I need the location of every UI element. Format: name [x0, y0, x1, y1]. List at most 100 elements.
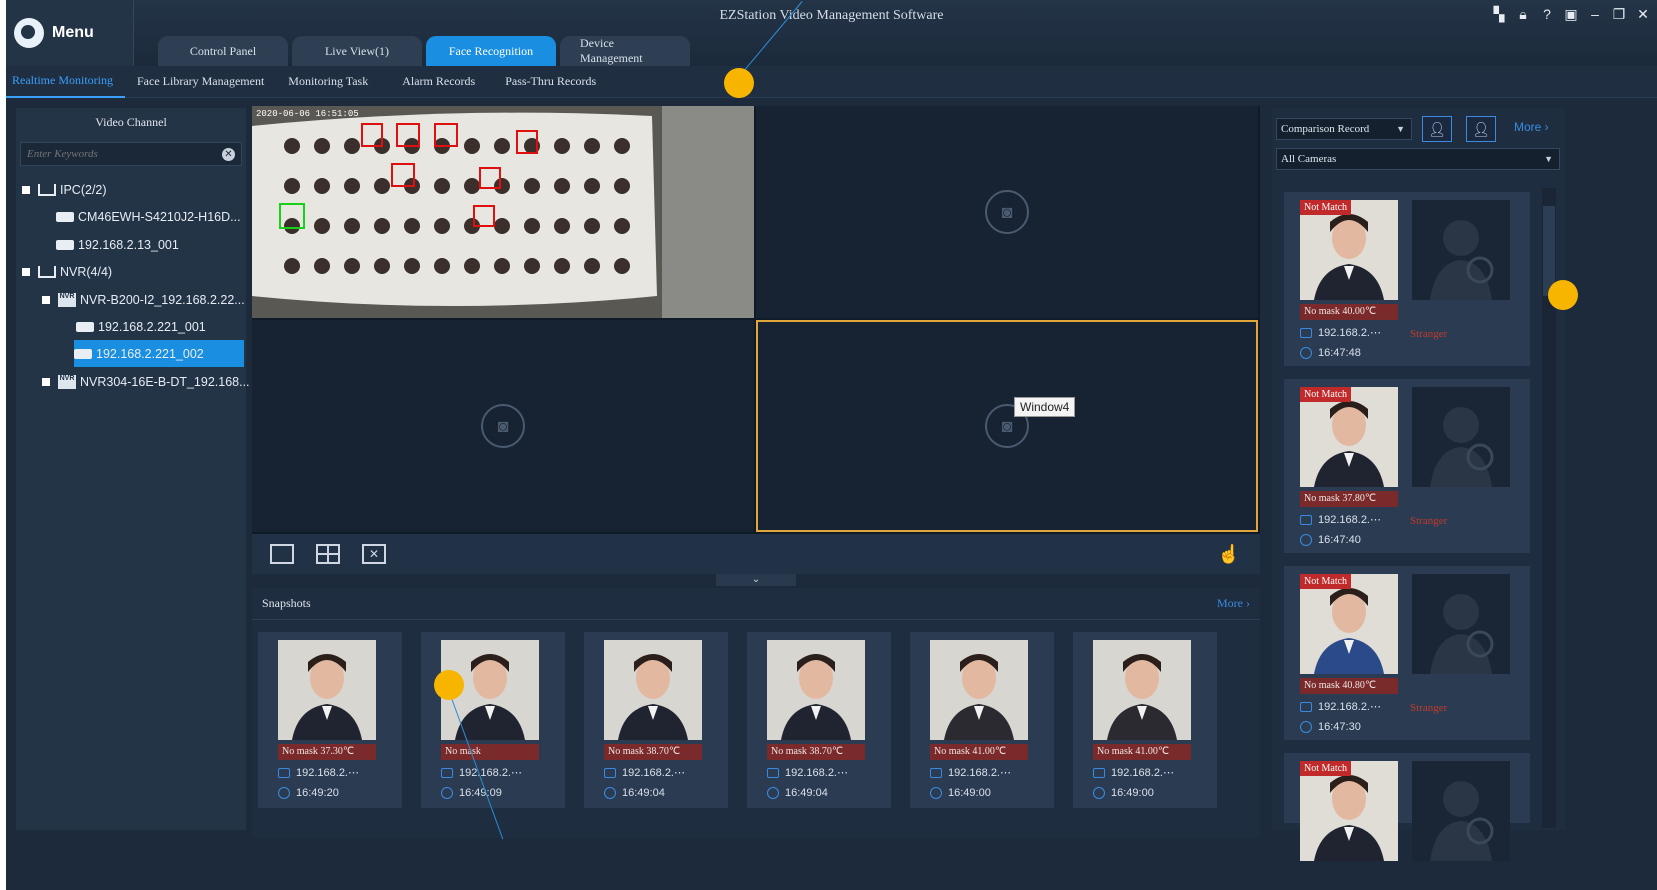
search-field[interactable]: ✕	[20, 142, 242, 166]
clear-icon[interactable]: ✕	[222, 147, 235, 161]
person-filter-icon[interactable]: 👤︎	[1422, 116, 1452, 142]
dropdown-arrow-icon: ▼	[1544, 154, 1553, 164]
tree-label: 192.168.2.221_002	[96, 346, 204, 361]
grid-icon[interactable]: ▚	[1491, 6, 1507, 23]
tab-face-recognition[interactable]: Face Recognition	[426, 36, 556, 66]
video-toolbar: ✕ ☝	[252, 534, 1260, 574]
snapshot-card[interactable]: No mask 38.70℃ 192.168.2.⋯ 16:49:04	[584, 632, 728, 808]
collapse-icon[interactable]	[42, 377, 50, 386]
time-value: 16:49:00	[1111, 787, 1154, 799]
time-value: 16:47:48	[1318, 347, 1361, 359]
tree-node-ipc[interactable]: IPC(2/2)	[22, 176, 107, 203]
snapshot-card[interactable]: No mask 192.168.2.⋯ 16:49:09	[421, 632, 565, 808]
camera-ip: 192.168.2.⋯	[622, 767, 685, 779]
close-icon[interactable]: ✕	[1635, 6, 1651, 23]
tree-node-nvr[interactable]: NVR(4/4)	[22, 258, 112, 285]
select-value: Comparison Record	[1281, 123, 1370, 135]
annotation-marker	[1548, 280, 1578, 310]
match-status-badge: Not Match	[1300, 200, 1352, 215]
captured-face-image	[1300, 387, 1398, 487]
clock-icon	[1300, 721, 1312, 733]
subnav-realtime-monitoring[interactable]: Realtime Monitoring	[6, 66, 125, 98]
comparison-record-card[interactable]: Not Match No mask 37.80℃ 192.168.2.⋯ Strang…	[1284, 379, 1530, 553]
touch-settings-icon[interactable]: ☝	[1218, 544, 1240, 565]
record-time: 16:47:48	[1300, 347, 1361, 359]
video-window-2[interactable]: ◙	[756, 106, 1258, 318]
record-type-select[interactable]: Comparison Record ▼	[1276, 118, 1412, 140]
menu-label: Menu	[52, 24, 94, 41]
network-icon	[38, 265, 56, 278]
time-value: 16:49:09	[459, 787, 502, 799]
single-window-icon[interactable]	[270, 544, 294, 564]
snapshot-camera: 192.168.2.⋯	[1093, 766, 1174, 779]
camera-icon	[767, 767, 779, 778]
snapshot-card[interactable]: No mask 37.30℃ 192.168.2.⋯ 16:49:20	[258, 632, 402, 808]
camera-icon	[1093, 767, 1105, 778]
tab-live-view[interactable]: Live View(1)	[292, 36, 422, 66]
camera-icon	[441, 767, 453, 778]
person-check-icon[interactable]: 👤︎	[1466, 116, 1496, 142]
snapshot-face-image	[1093, 640, 1191, 740]
annotation-marker	[724, 68, 754, 98]
subnav-pass-thru-records[interactable]: Pass-Thru Records	[493, 66, 608, 98]
comparison-record-card[interactable]: Not Match	[1284, 753, 1530, 861]
snapshot-camera: 192.168.2.⋯	[441, 766, 522, 779]
app-window: Menu EZStation Video Management Software…	[6, 0, 1657, 890]
tree-label: NVR304-16E-B-DT_192.168...	[80, 374, 250, 389]
subnav-face-library[interactable]: Face Library Management	[125, 66, 276, 98]
record-tag: No mask 37.80℃	[1300, 491, 1398, 507]
video-window-3[interactable]: ◙	[252, 320, 754, 532]
close-all-icon[interactable]: ✕	[362, 544, 386, 564]
camera-icon	[76, 321, 94, 332]
snapshot-card[interactable]: No mask 41.00℃ 192.168.2.⋯ 16:49:00	[910, 632, 1054, 808]
panel-header: Video Channel	[95, 115, 167, 129]
record-time: 16:47:30	[1300, 721, 1361, 733]
camera-select[interactable]: All Cameras ▼	[1276, 148, 1560, 170]
help-icon[interactable]: ?	[1539, 6, 1555, 23]
snapshot-tag: No mask 38.70℃	[767, 744, 865, 760]
tree-node-nvr-device[interactable]: NVR NVR-B200-I2_192.168.2.22...	[42, 286, 245, 313]
tree-label: NVR-B200-I2_192.168.2.22...	[80, 292, 245, 307]
lock-icon[interactable]: 🔒︎	[1515, 6, 1531, 23]
snapshots-more-link[interactable]: More ›	[1217, 596, 1250, 611]
subnav-alarm-records[interactable]: Alarm Records	[390, 66, 487, 98]
four-window-icon[interactable]	[316, 544, 340, 564]
tree-node-nvr-device[interactable]: NVR NVR304-16E-B-DT_192.168...	[42, 368, 250, 395]
video-window-4[interactable]: ◙	[756, 320, 1258, 532]
record-time: 16:47:40	[1300, 534, 1361, 546]
tree-label: IPC(2/2)	[60, 182, 107, 197]
collapse-icon[interactable]	[22, 185, 30, 194]
tab-device-management[interactable]: Device Management	[560, 36, 690, 66]
snapshot-card[interactable]: No mask 38.70℃ 192.168.2.⋯ 16:49:04	[747, 632, 891, 808]
tree-label: 192.168.2.221_001	[98, 319, 206, 334]
restore-icon[interactable]: ❐	[1611, 6, 1627, 23]
video-grid: 2020-06-06 16:51:05 ◙ ◙ ◙	[252, 106, 1260, 534]
record-result: Stranger	[1410, 702, 1448, 714]
video-window-1[interactable]: 2020-06-06 16:51:05	[252, 106, 754, 318]
snapshot-tag: No mask 38.70℃	[604, 744, 702, 760]
clock-icon	[1300, 347, 1312, 359]
subnav-monitoring-task[interactable]: Monitoring Task	[276, 66, 380, 98]
snapshot-card[interactable]: No mask 41.00℃ 192.168.2.⋯ 16:49:00	[1073, 632, 1217, 808]
camera-icon	[604, 767, 616, 778]
tree-node-channel-selected[interactable]: 192.168.2.221_002	[74, 340, 244, 367]
collapse-icon[interactable]: ⌄	[716, 574, 796, 586]
collapse-icon[interactable]	[42, 295, 50, 304]
camera-icon	[56, 239, 74, 250]
snapshot-face-image	[767, 640, 865, 740]
comparison-more-link[interactable]: More ›	[1514, 120, 1549, 134]
comparison-record-card[interactable]: Not Match No mask 40.00℃ 192.168.2.⋯ Strang…	[1284, 192, 1530, 366]
comparison-record-card[interactable]: Not Match No mask 40.80℃ 192.168.2.⋯ Strang…	[1284, 566, 1530, 740]
screen-icon[interactable]: ▣	[1563, 6, 1579, 23]
minimize-icon[interactable]: –	[1587, 6, 1603, 23]
tree-node-channel[interactable]: 192.168.2.221_001	[76, 313, 206, 340]
search-input[interactable]	[27, 148, 207, 160]
collapse-icon[interactable]	[22, 267, 30, 276]
record-camera: 192.168.2.⋯	[1300, 700, 1381, 713]
record-result: Stranger	[1410, 328, 1448, 340]
record-tag: No mask 40.00℃	[1300, 304, 1398, 320]
tab-control-panel[interactable]: Control Panel	[158, 36, 288, 66]
tree-node-camera[interactable]: CM46EWH-S4210J2-H16D...	[56, 203, 241, 230]
time-value: 16:47:30	[1318, 721, 1361, 733]
tree-node-camera[interactable]: 192.168.2.13_001	[56, 231, 179, 258]
